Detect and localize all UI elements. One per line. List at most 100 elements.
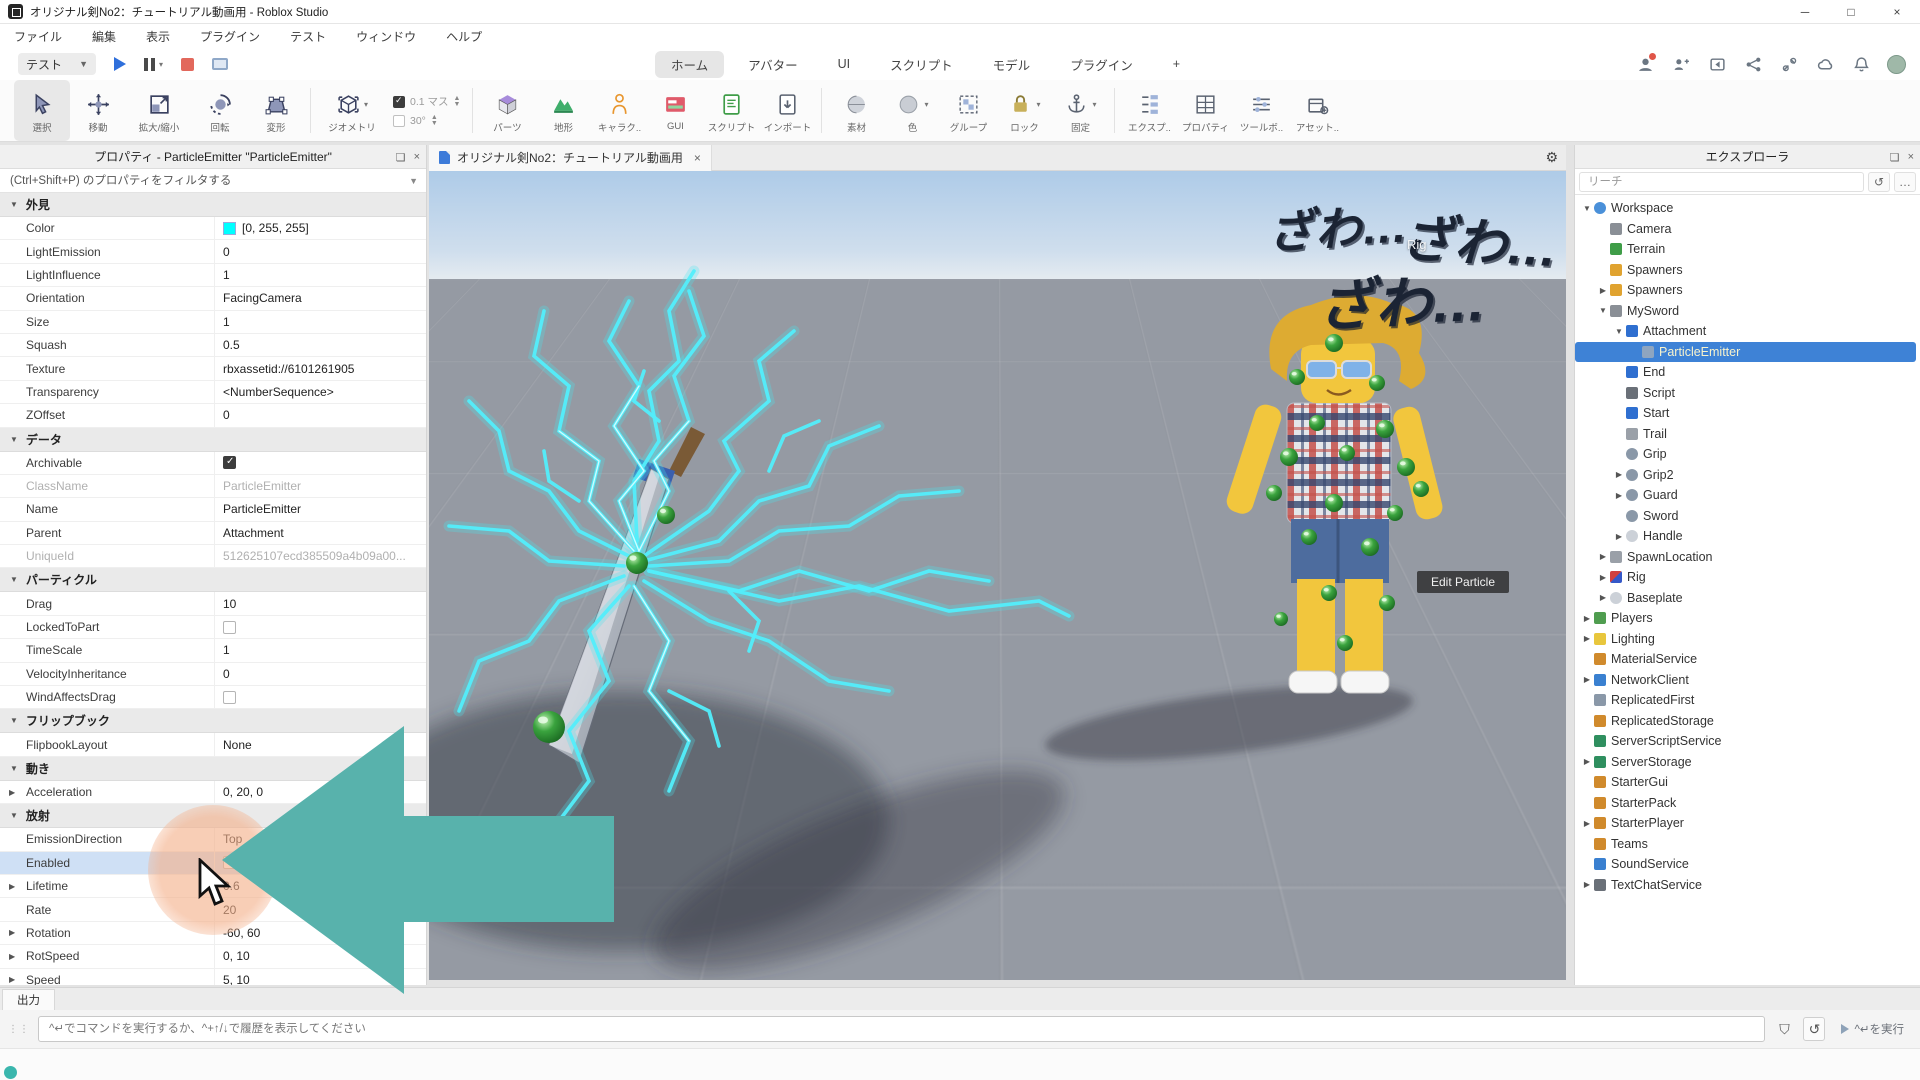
tree-item-serverscriptservice[interactable]: ServerScriptService [1575, 731, 1920, 752]
property-row[interactable]: ▶Acceleration0, 20, 0 [0, 781, 426, 804]
tree-item-rig[interactable]: ▶Rig [1575, 567, 1920, 588]
tree-item-start[interactable]: Start [1575, 403, 1920, 424]
tree-item-mysword[interactable]: ▼MySword [1575, 301, 1920, 322]
tree-expand-arrow-icon[interactable]: ▶ [1581, 634, 1593, 643]
property-row[interactable]: WindAffectsDrag [0, 686, 426, 709]
property-value[interactable]: None [223, 738, 252, 752]
tree-item-grip[interactable]: Grip [1575, 444, 1920, 465]
tree-expand-arrow-icon[interactable]: ▶ [1597, 573, 1609, 582]
property-row[interactable]: ▶Lifetime0.6 [0, 875, 426, 898]
property-row[interactable]: Rate20 [0, 898, 426, 921]
tree-expand-arrow-icon[interactable]: ▶ [1613, 470, 1625, 479]
scale-tool-button[interactable]: 拡大/縮小 [126, 80, 192, 141]
test-mode-dropdown[interactable]: テスト ▼ [18, 53, 96, 75]
menu-item[interactable]: 表示 [146, 28, 170, 45]
property-value[interactable]: 0 [223, 408, 230, 422]
run-command-button[interactable]: ^↵を実行 [1833, 1021, 1912, 1037]
explorer-window-button[interactable]: エクスプ.. [1121, 80, 1177, 141]
tree-item-players[interactable]: ▶Players [1575, 608, 1920, 629]
property-value[interactable]: ParticleEmitter [223, 479, 301, 493]
tab-close-icon[interactable]: × [694, 151, 701, 165]
viewport-settings-gear-icon[interactable]: ⚙ [1545, 149, 1558, 166]
tree-expand-arrow-icon[interactable]: ▶ [1597, 552, 1609, 561]
tree-item-script[interactable]: Script [1575, 383, 1920, 404]
property-row[interactable]: Squash0.5 [0, 334, 426, 357]
tree-expand-arrow-icon[interactable]: ▼ [1597, 306, 1609, 315]
property-row[interactable]: ▶Speed5, 10 [0, 969, 426, 985]
stepper-icon[interactable]: ▲▼ [454, 96, 461, 108]
rotate-tool-button[interactable]: 回転 [192, 80, 248, 141]
property-row[interactable]: Archivable [0, 452, 426, 475]
drag-grip-icon[interactable]: ⋮⋮ [8, 1024, 30, 1035]
tree-item-starterpack[interactable]: StarterPack [1575, 793, 1920, 814]
property-value[interactable]: ParticleEmitter [223, 502, 301, 516]
tree-item-baseplate[interactable]: ▶Baseplate [1575, 588, 1920, 609]
expand-arrow-icon[interactable]: ▶ [9, 975, 15, 984]
tree-item-teams[interactable]: Teams [1575, 834, 1920, 855]
share-icon[interactable] [1743, 54, 1763, 74]
maximize-button[interactable]: □ [1828, 0, 1874, 24]
user-avatar[interactable] [1887, 55, 1906, 74]
property-row[interactable]: Size1 [0, 311, 426, 334]
property-row[interactable]: Drag10 [0, 592, 426, 615]
tree-expand-arrow-icon[interactable]: ▶ [1581, 757, 1593, 766]
tree-expand-arrow-icon[interactable]: ▼ [1581, 204, 1593, 213]
tree-item-spawnlocation[interactable]: ▶SpawnLocation [1575, 547, 1920, 568]
property-value[interactable]: 1 [223, 643, 230, 657]
tree-item-startergui[interactable]: StarterGui [1575, 772, 1920, 793]
minimize-button[interactable]: ─ [1782, 0, 1828, 24]
client-view-button[interactable] [212, 58, 228, 70]
properties-window-button[interactable]: プロパティ [1177, 80, 1233, 141]
edit-particle-button[interactable]: Edit Particle [1417, 571, 1509, 593]
popout-icon[interactable]: ❏ [1890, 151, 1900, 164]
tree-expand-arrow-icon[interactable]: ▶ [1581, 675, 1593, 684]
menu-item[interactable]: ファイル [14, 28, 62, 45]
tree-expand-arrow-icon[interactable]: ▶ [1581, 819, 1593, 828]
ribbon-tab[interactable]: モデル [977, 51, 1047, 78]
property-checkbox[interactable] [223, 691, 236, 704]
bookmark-icon[interactable]: ⛉ [1773, 1021, 1795, 1038]
cloud-sync-icon[interactable] [1815, 54, 1835, 74]
menu-item[interactable]: ヘルプ [446, 28, 482, 45]
property-row[interactable]: LightEmission0 [0, 240, 426, 263]
tree-item-materialservice[interactable]: MaterialService [1575, 649, 1920, 670]
property-value[interactable]: <NumberSequence> [223, 385, 334, 399]
tree-expand-arrow-icon[interactable]: ▶ [1613, 491, 1625, 500]
ribbon-tab[interactable]: プラグイン [1054, 51, 1149, 78]
character-insert-button[interactable]: キャラク.. [591, 80, 647, 141]
property-value[interactable]: -60, 60 [223, 926, 260, 940]
close-button[interactable]: × [1874, 0, 1920, 24]
tree-item-serverstorage[interactable]: ▶ServerStorage [1575, 752, 1920, 773]
tree-expand-arrow-icon[interactable]: ▼ [1613, 327, 1625, 336]
tree-item-replicatedstorage[interactable]: ReplicatedStorage [1575, 711, 1920, 732]
import-button[interactable]: インポート [759, 80, 815, 141]
ribbon-tab[interactable]: UI [822, 53, 867, 75]
property-row[interactable]: ClassNameParticleEmitter [0, 475, 426, 498]
output-tab[interactable]: 出力 [2, 989, 55, 1010]
account-avatar-notification-icon[interactable] [1635, 54, 1655, 74]
property-value[interactable]: 5, 10 [223, 973, 250, 985]
property-value[interactable]: [0, 255, 255] [242, 221, 309, 235]
property-row[interactable]: FlipbookLayoutNone [0, 733, 426, 756]
property-value[interactable]: FacingCamera [223, 291, 302, 305]
more-options-icon[interactable]: … [1894, 172, 1916, 192]
tree-item-terrain[interactable]: Terrain [1575, 239, 1920, 260]
tree-expand-arrow-icon[interactable]: ▶ [1597, 593, 1609, 602]
asset-manager-button[interactable]: アセット.. [1289, 80, 1345, 141]
property-row[interactable]: Texturerbxassetid://6101261905 [0, 357, 426, 380]
tree-item-workspace[interactable]: ▼Workspace [1575, 198, 1920, 219]
connect-icon[interactable] [1779, 54, 1799, 74]
lock-button[interactable]: ▾ ロック [996, 80, 1052, 141]
close-icon[interactable]: × [1908, 151, 1914, 163]
close-icon[interactable]: × [414, 151, 420, 163]
property-row[interactable]: OrientationFacingCamera [0, 287, 426, 310]
property-row[interactable]: ▶Rotation-60, 60 [0, 922, 426, 945]
tree-item-grip2[interactable]: ▶Grip2 [1575, 465, 1920, 486]
tree-item-spawners[interactable]: Spawners [1575, 260, 1920, 281]
property-row[interactable]: TimeScale1 [0, 639, 426, 662]
tree-item-spawners[interactable]: ▶Spawners [1575, 280, 1920, 301]
notification-bubble[interactable] [4, 1066, 17, 1079]
property-section-header[interactable]: ▼フリップブック [0, 709, 426, 733]
property-row[interactable]: LightInfluence1 [0, 264, 426, 287]
property-value[interactable]: 20 [223, 903, 236, 917]
